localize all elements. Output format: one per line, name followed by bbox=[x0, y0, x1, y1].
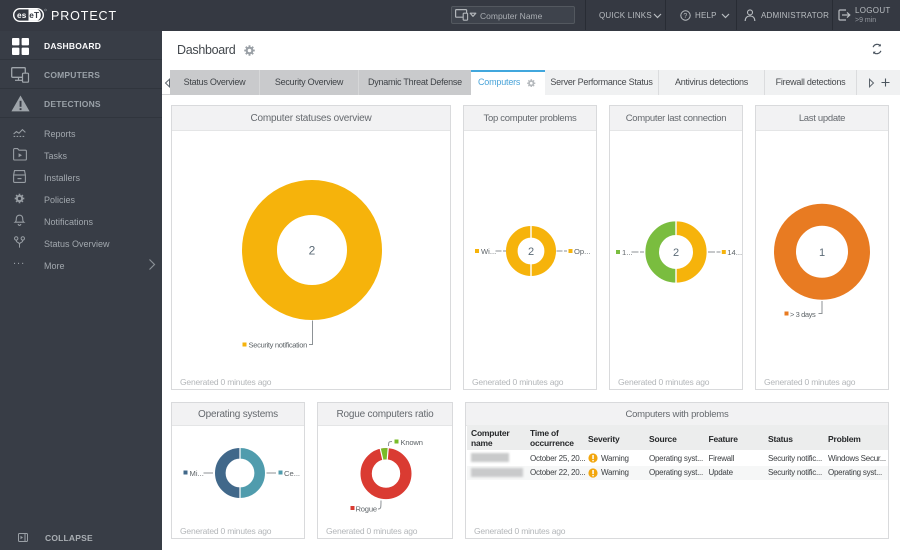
svg-text:2: 2 bbox=[673, 247, 679, 259]
svg-text:1: 1 bbox=[819, 247, 825, 259]
svg-text:Op...: Op... bbox=[574, 247, 590, 256]
svg-text:> 3 days: > 3 days bbox=[790, 310, 816, 319]
svg-text:Rogue: Rogue bbox=[356, 505, 377, 514]
svg-text:?: ? bbox=[683, 13, 687, 20]
svg-text:Mi...: Mi... bbox=[190, 469, 204, 478]
svg-text:2: 2 bbox=[528, 246, 534, 258]
svg-text:Security notification: Security notification bbox=[249, 341, 308, 350]
svg-text:Wi...: Wi... bbox=[481, 247, 496, 256]
svg-text:2: 2 bbox=[309, 244, 316, 258]
svg-text:14...: 14... bbox=[727, 248, 742, 257]
svg-text:1...: 1... bbox=[622, 248, 633, 257]
svg-text:eT: eT bbox=[29, 11, 39, 20]
svg-text:Known: Known bbox=[401, 438, 423, 447]
svg-text:es: es bbox=[17, 11, 27, 20]
svg-text:Ce...: Ce... bbox=[284, 469, 300, 478]
